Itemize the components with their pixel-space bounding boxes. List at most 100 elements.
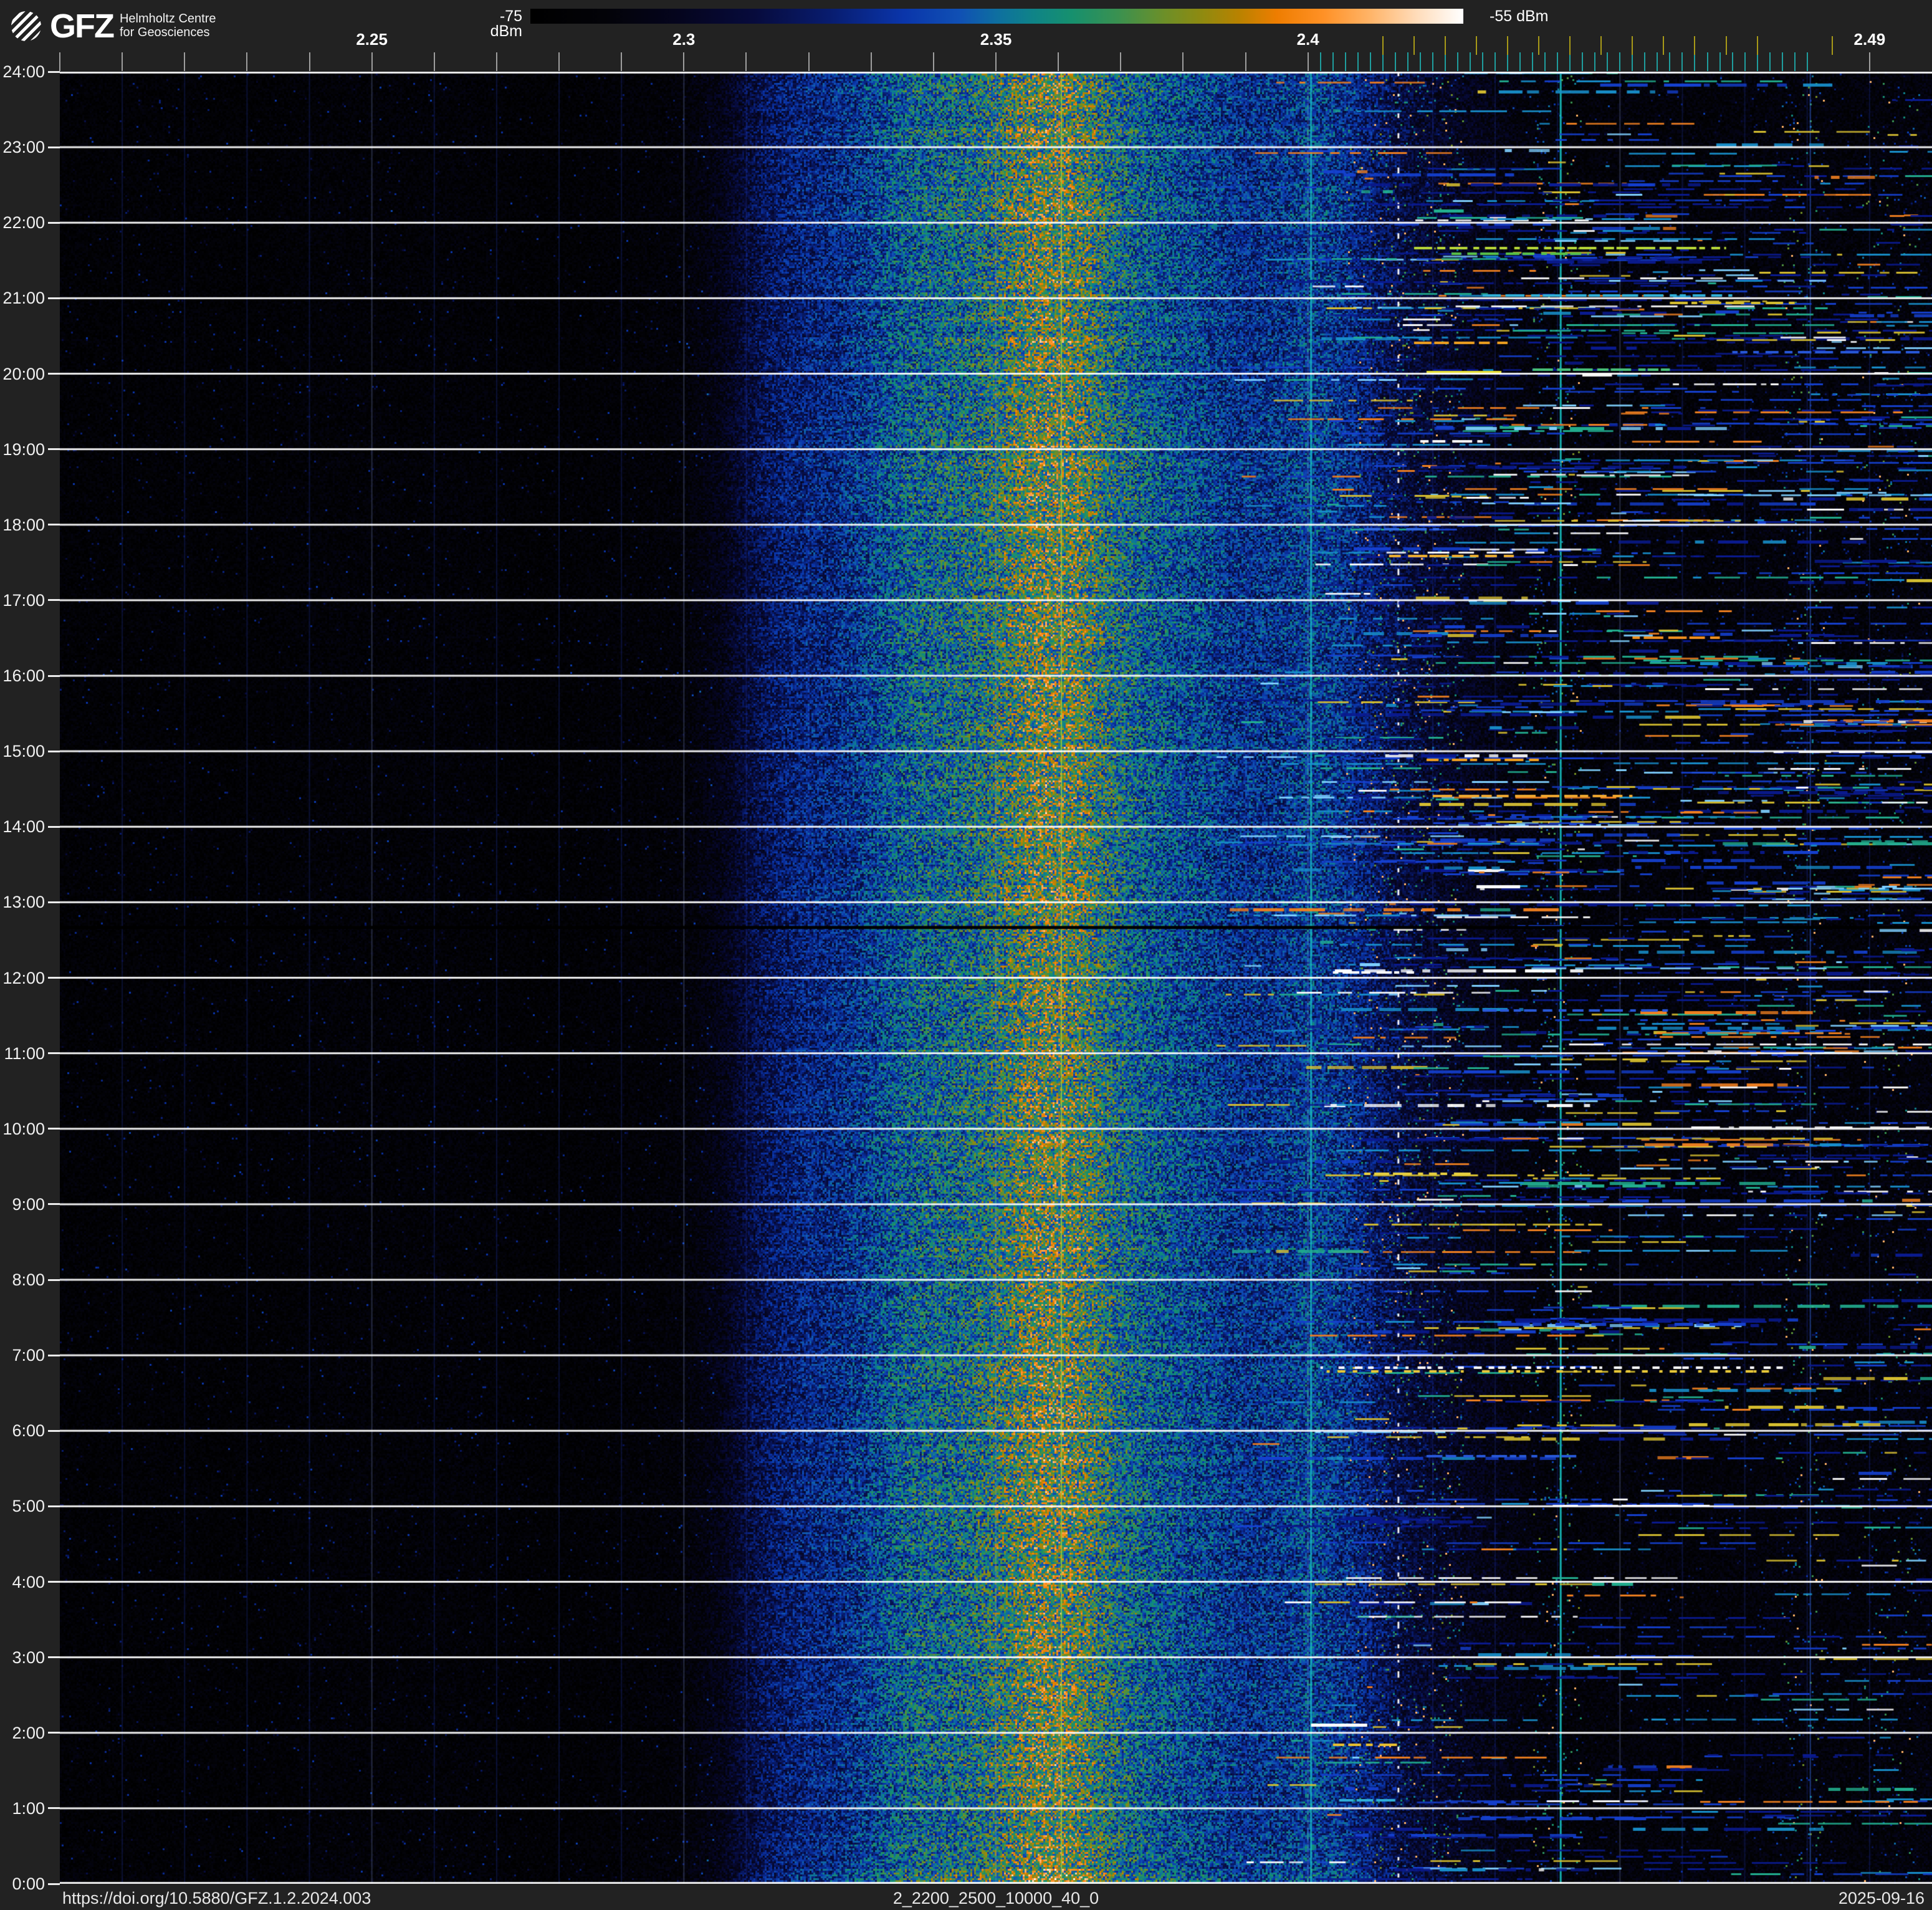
- wifi-channel-tick: [1694, 36, 1696, 55]
- time-tick-label: 8:00: [12, 1270, 45, 1289]
- ble-channel-tick: [1669, 52, 1671, 71]
- time-tick-label: 22:00: [2, 213, 45, 233]
- ble-channel-tick: [1607, 52, 1609, 71]
- time-tick-dash: [48, 1883, 60, 1885]
- ble-channel-tick: [1344, 52, 1346, 71]
- time-tick-label: 17:00: [2, 590, 45, 610]
- freq-minor-tick: [122, 52, 123, 71]
- freq-minor-tick: [246, 52, 248, 71]
- wifi-channel-tick: [1831, 36, 1833, 55]
- ble-channel-tick: [1557, 52, 1559, 71]
- freq-minor-tick: [308, 52, 310, 71]
- freq-tick-label: 2.4: [1296, 30, 1319, 49]
- time-tick-dash: [48, 297, 60, 299]
- ble-channel-tick: [1444, 52, 1446, 71]
- time-tick-dash: [48, 1732, 60, 1734]
- freq-minor-tick: [184, 52, 186, 71]
- ble-channel-tick: [1482, 52, 1484, 71]
- freq-tick-label: 2.49: [1853, 30, 1886, 49]
- time-tick-label: 15:00: [2, 742, 45, 761]
- time-tick-label: 16:00: [2, 666, 45, 685]
- freq-minor-tick: [371, 52, 373, 71]
- ble-channel-tick: [1432, 52, 1433, 71]
- time-tick-label: 3:00: [12, 1648, 45, 1667]
- time-tick-dash: [48, 674, 60, 677]
- logo-brand: GFZ: [50, 7, 115, 45]
- freq-minor-tick: [1058, 52, 1059, 71]
- time-tick-dash: [48, 825, 60, 828]
- time-tick-dash: [48, 1203, 60, 1206]
- time-tick-label: 7:00: [12, 1346, 45, 1365]
- wifi-channel-tick: [1538, 36, 1540, 55]
- ble-channel-tick: [1694, 52, 1696, 71]
- ble-channel-tick: [1632, 52, 1633, 71]
- time-tick-label: 21:00: [2, 289, 45, 308]
- ble-channel-tick: [1369, 52, 1371, 71]
- ble-channel-tick: [1781, 52, 1783, 71]
- wifi-channel-tick: [1569, 36, 1571, 55]
- wifi-channel-tick: [1382, 36, 1384, 55]
- freq-minor-tick: [995, 52, 997, 71]
- freq-minor-tick: [870, 52, 872, 71]
- freq-minor-tick: [1868, 52, 1870, 71]
- ble-channel-tick: [1657, 52, 1658, 71]
- ble-channel-tick: [1806, 52, 1808, 71]
- date-label: 2025-09-16: [1838, 1889, 1925, 1908]
- time-tick-label: 19:00: [2, 439, 45, 459]
- wifi-channel-tick: [1725, 36, 1727, 55]
- ble-channel-tick: [1394, 52, 1396, 71]
- ble-channel-tick: [1470, 52, 1471, 71]
- time-tick-dash: [48, 1505, 60, 1507]
- time-tick-label: 14:00: [2, 817, 45, 837]
- logo-subtitle-line2: for Geosciences: [119, 26, 210, 39]
- time-tick-label: 4:00: [12, 1572, 45, 1591]
- ble-channel-tick: [1719, 52, 1721, 71]
- freq-tick-label: 2.25: [356, 30, 388, 49]
- ble-channel-tick: [1456, 52, 1458, 71]
- wifi-channel-tick: [1413, 36, 1415, 55]
- time-tick-dash: [48, 1128, 60, 1130]
- footer-bar: https://doi.org/10.5880/GFZ.1.2.2024.003…: [0, 1884, 1932, 1910]
- ble-channel-tick: [1357, 52, 1359, 71]
- ble-channel-tick: [1794, 52, 1796, 71]
- time-tick-dash: [48, 1052, 60, 1055]
- time-tick-label: 13:00: [2, 893, 45, 912]
- ble-channel-tick: [1681, 52, 1683, 71]
- time-tick-label: 10:00: [2, 1119, 45, 1138]
- ble-channel-tick: [1594, 52, 1596, 71]
- ble-channel-tick: [1407, 52, 1408, 71]
- ble-channel-tick: [1731, 52, 1733, 71]
- time-tick-dash: [48, 1656, 60, 1659]
- time-tick-label: 20:00: [2, 364, 45, 383]
- time-tick-label: 18:00: [2, 515, 45, 534]
- time-tick-label: 2:00: [12, 1723, 45, 1742]
- wifi-channel-tick: [1756, 36, 1758, 55]
- time-tick-dash: [48, 1807, 60, 1810]
- time-tick-label: 6:00: [12, 1421, 45, 1441]
- time-tick-dash: [48, 599, 60, 602]
- ble-channel-tick: [1569, 52, 1571, 71]
- time-tick-dash: [48, 146, 60, 148]
- freq-tick-label: 2.35: [980, 30, 1012, 49]
- ble-channel-tick: [1769, 52, 1771, 71]
- ble-channel-tick: [1582, 52, 1584, 71]
- ble-channel-tick: [1507, 52, 1509, 71]
- freq-minor-tick: [808, 52, 810, 71]
- time-tick-dash: [48, 750, 60, 752]
- time-tick-label: 24:00: [2, 62, 45, 81]
- freq-minor-tick: [932, 52, 934, 71]
- ble-channel-tick: [1332, 52, 1334, 71]
- freq-minor-tick: [1245, 52, 1246, 71]
- ble-channel-tick: [1706, 52, 1708, 71]
- freq-minor-tick: [558, 52, 560, 71]
- freq-minor-tick: [683, 52, 685, 71]
- time-tick-dash: [48, 1581, 60, 1583]
- gfz-logo: GFZ Helmholtz Centre for Geosciences: [11, 7, 216, 45]
- time-tick-label: 5:00: [12, 1497, 45, 1516]
- colorbar-min-label: -75 dBm: [490, 7, 522, 40]
- time-tick-dash: [48, 373, 60, 375]
- freq-minor-tick: [1182, 52, 1184, 71]
- ble-channel-tick: [1544, 52, 1546, 71]
- wifi-channel-tick: [1444, 36, 1446, 55]
- wifi-channel-tick: [1476, 36, 1478, 55]
